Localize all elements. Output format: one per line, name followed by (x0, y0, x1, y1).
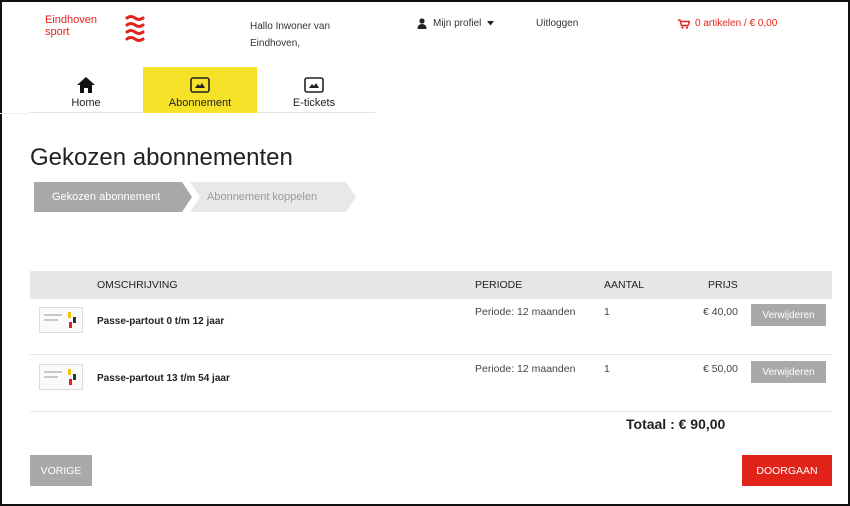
order-total: Totaal : € 90,00 (626, 416, 726, 432)
previous-button[interactable]: VORIGE (30, 455, 92, 486)
nav-item-home[interactable]: Home (56, 67, 116, 113)
column-header-price: PRIJS (708, 279, 738, 291)
table-row: Passe-partout 0 t/m 12 jaar Periode: 12 … (30, 299, 832, 355)
column-header-quantity: AANTAL (604, 279, 645, 291)
ticket-icon (304, 75, 324, 95)
nav-item-label: E-tickets (292, 97, 336, 109)
logo-line-1: Eindhoven (45, 14, 97, 26)
remove-button[interactable]: Verwijderen (751, 304, 826, 326)
cart-icon (678, 18, 690, 29)
home-icon (77, 75, 95, 95)
nav-item-label: Abonnement (168, 97, 232, 109)
column-header-period: PERIODE (475, 279, 523, 291)
nav-item-abonnement[interactable]: Abonnement (143, 67, 257, 113)
logout-link[interactable]: Uitloggen (536, 18, 578, 29)
nav-item-e-tickets[interactable]: E-tickets (274, 67, 354, 113)
step-abonnement-koppelen[interactable]: Abonnement koppelen (190, 182, 356, 212)
nav-item-label: Home (71, 97, 101, 109)
logo-line-2: sport (45, 26, 70, 38)
item-price: € 40,00 (702, 306, 738, 318)
remove-button[interactable]: Verwijderen (751, 361, 826, 383)
cart-link[interactable]: 0 artikelen / € 0,00 (678, 18, 777, 29)
page-title: Gekozen abonnementen (30, 144, 293, 171)
column-header-description: OMSCHRIJVING (97, 279, 178, 291)
pass-thumbnail-image (39, 364, 83, 390)
main-nav: Home Abonnement E-tickets (30, 67, 375, 113)
cart-label: 0 artikelen / € 0,00 (695, 18, 778, 29)
item-quantity: 1 (604, 363, 610, 375)
table-header: OMSCHRIJVING PERIODE AANTAL PRIJS (30, 271, 832, 299)
item-description: Passe-partout 0 t/m 12 jaar (97, 316, 225, 327)
profile-menu[interactable]: Mijn profiel (417, 18, 495, 29)
item-period: Periode: 12 maanden (475, 363, 576, 375)
pass-thumbnail-image (39, 307, 83, 333)
eindhoven-sport-logo[interactable]: Eindhoven sport (45, 14, 155, 48)
item-description: Passe-partout 13 t/m 54 jaar (97, 373, 230, 384)
item-period: Periode: 12 maanden (475, 306, 576, 318)
table-row: Passe-partout 13 t/m 54 jaar Periode: 12… (30, 356, 832, 412)
profile-label: Mijn profiel (433, 18, 482, 29)
divider (0, 113, 30, 114)
item-quantity: 1 (604, 306, 610, 318)
card-icon (190, 75, 210, 95)
logo-mark-icon (125, 15, 145, 42)
continue-button[interactable]: DOORGAAN (742, 455, 832, 486)
caret-down-icon (487, 21, 495, 26)
logo-text: Eindhoven sport (45, 14, 97, 38)
user-icon (417, 18, 427, 29)
greeting-text: Hallo Inwoner van Eindhoven, (250, 21, 331, 49)
step-gekozen-abonnement[interactable]: Gekozen abonnement (34, 182, 192, 212)
item-price: € 50,00 (702, 363, 738, 375)
